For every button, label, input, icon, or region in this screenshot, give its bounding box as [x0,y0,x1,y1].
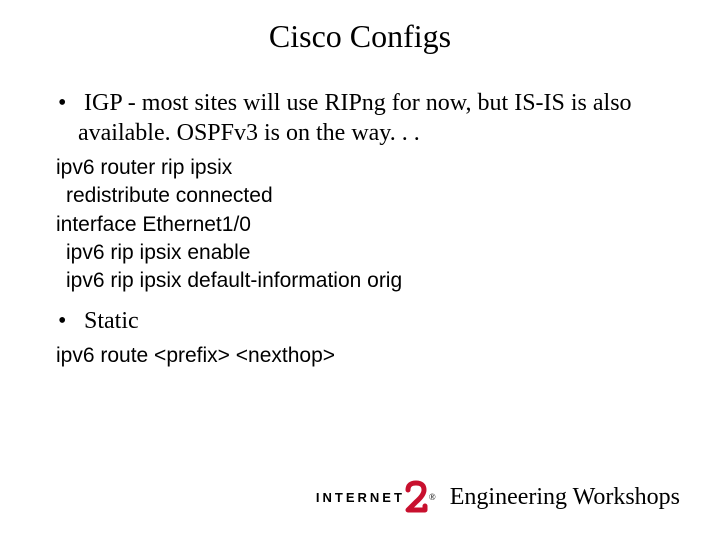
code-line: ipv6 route <prefix> <nexthop> [56,342,670,370]
slide: Cisco Configs IGP - most sites will use … [0,0,720,540]
config-block-rip: ipv6 router rip ipsix redistribute conne… [56,154,670,296]
code-line: interface Ethernet1/0 [56,211,670,239]
bullet-static-text: Static [84,308,139,334]
slide-title: Cisco Configs [0,18,720,55]
code-line: ipv6 rip ipsix default-information orig [56,267,670,295]
logo-registered: ® [429,492,436,502]
internet2-logo: INTERNET ® [316,480,436,514]
slide-body: IGP - most sites will use RIPng for now,… [50,88,670,380]
logo-two-icon [402,480,430,514]
bullet-igp: IGP - most sites will use RIPng for now,… [50,88,670,148]
bullet-static: Static [50,306,670,336]
config-block-static: ipv6 route <prefix> <nexthop> [56,342,670,370]
footer: INTERNET ® Engineering Workshops [316,480,680,514]
logo-text-left: INTERNET [316,490,405,505]
bullet-igp-text: IGP - most sites will use RIPng for now,… [78,90,632,146]
code-line: redistribute connected [56,182,670,210]
code-line: ipv6 router rip ipsix [56,154,670,182]
footer-text: Engineering Workshops [450,484,680,511]
code-line: ipv6 rip ipsix enable [56,239,670,267]
